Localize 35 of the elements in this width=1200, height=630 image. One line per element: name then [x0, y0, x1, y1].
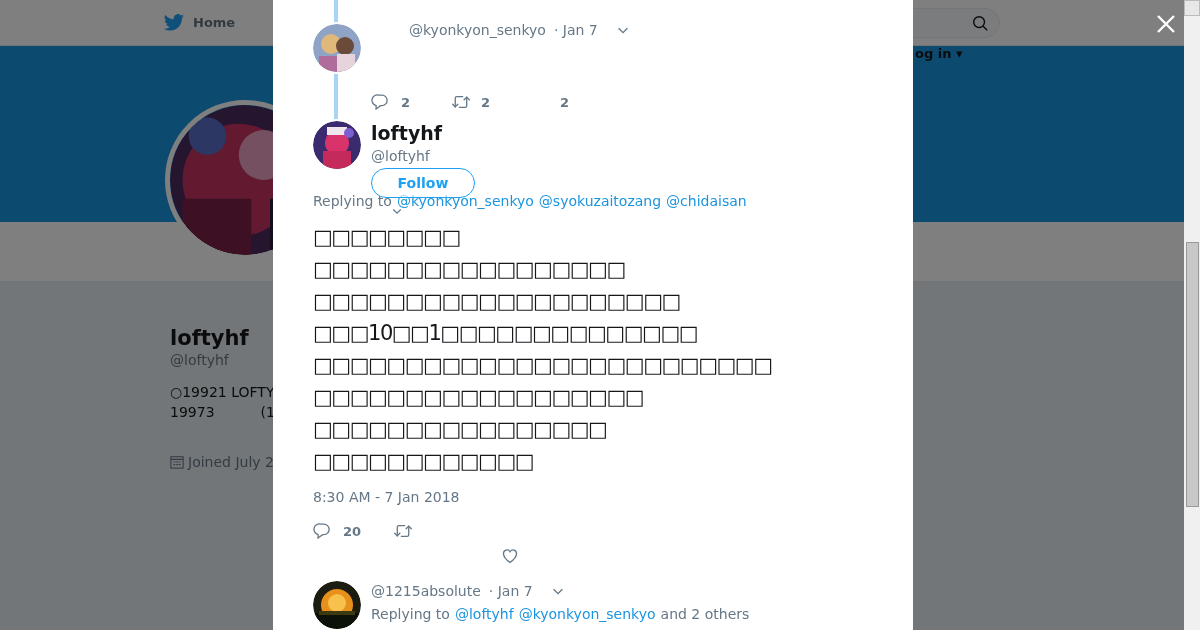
- mention-link[interactable]: @syokuzaitozang: [538, 192, 662, 210]
- joined-date: Joined July 2: [188, 454, 274, 470]
- bio-text: (1: [260, 403, 275, 422]
- retweet-icon[interactable]: [393, 522, 413, 540]
- retweet-icon[interactable]: [451, 93, 471, 111]
- replying-more: and 2 others: [660, 605, 750, 623]
- profile-handle: @loftyhf: [170, 352, 229, 368]
- profile-name: loftyhf: [170, 326, 249, 350]
- tweet-time[interactable]: · Jan 7: [553, 22, 598, 38]
- user-name[interactable]: loftyhf: [371, 121, 443, 145]
- calendar-icon: [170, 455, 184, 469]
- search-icon[interactable]: [971, 13, 989, 32]
- tweet-time[interactable]: · Jan 7: [488, 583, 533, 599]
- login-link[interactable]: og in ▾: [915, 46, 963, 61]
- replying-label: Replying to: [371, 605, 450, 623]
- reply-icon[interactable]: [313, 522, 333, 540]
- like-count: 2: [560, 94, 570, 110]
- scrollbar-thumb[interactable]: [1186, 242, 1199, 507]
- mention-link[interactable]: @loftyhf: [454, 605, 514, 623]
- mention-link[interactable]: @chidaisan: [666, 192, 747, 210]
- scrollbar[interactable]: [1184, 0, 1200, 630]
- user-handle[interactable]: @loftyhf: [371, 146, 443, 166]
- action-count: 2: [481, 94, 491, 110]
- heart-icon[interactable]: [500, 546, 520, 564]
- tweet-timestamp: 8:30 AM - 7 Jan 2018: [313, 488, 461, 507]
- tweet-text: □□□□□□□□ □□□□□□□□□□□□□□□□□ □□□□□□□□□□□□□□□□□□□□ □□□10□□1□□□□□□□□□□□□□□ □□□□□□□□□□□□□□□□□□□□□□□□□ □□□□□□□□□□□□□□□□□□ □□□□□□□□□□□□□□□□ □□□□□□□□□□□□: [313, 224, 772, 475]
- reply-icon[interactable]: [371, 93, 391, 111]
- mention-link[interactable]: @kyonkyon_senkyo: [518, 605, 656, 623]
- nav-link[interactable]: Home: [163, 11, 236, 34]
- user-handle[interactable]: @1215absolute: [371, 583, 481, 599]
- user-handle[interactable]: @kyonkyon_senkyo: [409, 22, 546, 38]
- bio-text: 19973: [170, 403, 215, 422]
- action-count: 2: [401, 94, 411, 110]
- action-count: 20: [343, 523, 362, 539]
- bio-text: ○19921 LOFTY: [170, 383, 275, 402]
